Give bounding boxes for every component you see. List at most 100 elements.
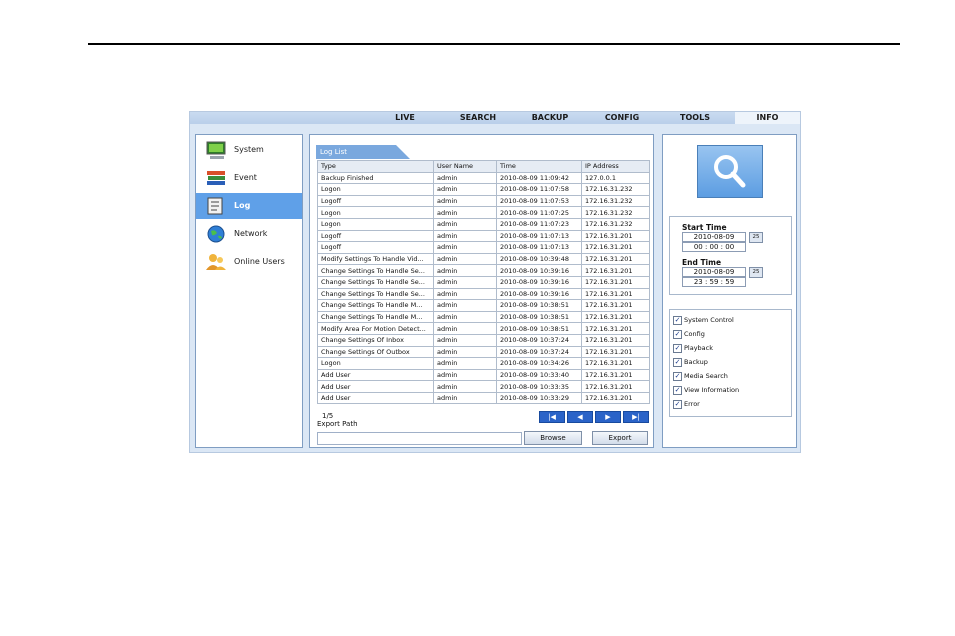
table-row[interactable]: Add User admin 2010-08-09 10:33:40 172.16.3…: [317, 368, 650, 382]
start-date-input[interactable]: 2010-08-09: [682, 232, 746, 242]
table-cell: Change Settings Of Inbox: [317, 333, 434, 347]
column-header[interactable]: Time: [496, 160, 582, 173]
table-row[interactable]: Logon admin 2010-08-09 11:07:25 172.16.31.2…: [317, 206, 650, 219]
table-cell: 2010-08-09 10:39:16: [496, 287, 582, 301]
table-cell: 172.16.31.201: [581, 333, 650, 347]
table-row[interactable]: Logon admin 2010-08-09 10:34:26 172.16.31.2…: [317, 357, 650, 370]
start-time-label: Start Time: [682, 223, 727, 232]
start-calendar-button[interactable]: 25: [749, 232, 763, 243]
table-cell: Change Settings To Handle M...: [317, 299, 434, 312]
export-button[interactable]: Export: [592, 431, 648, 445]
filter-checkbox[interactable]: ✓: [673, 372, 682, 381]
table-cell: 2010-08-09 10:39:16: [496, 264, 582, 277]
table-row[interactable]: Change Settings To Handle Se... admin 2010…: [317, 275, 650, 289]
table-cell: admin: [433, 241, 497, 254]
table-row[interactable]: Change Settings To Handle Se... admin 2010…: [317, 264, 650, 277]
filter-checkbox[interactable]: ✓: [673, 400, 682, 409]
log-table-body: Backup Finished admin 2010-08-09 11:09:42 1…: [317, 171, 650, 405]
table-row[interactable]: Change Settings To Handle M... admin 2010-…: [317, 310, 650, 324]
table-cell: 172.16.31.201: [581, 287, 650, 301]
table-cell: 2010-08-09 10:38:51: [496, 310, 582, 324]
last-page-button[interactable]: ▶|: [623, 411, 649, 423]
sidebar-item-log[interactable]: Log: [196, 193, 302, 219]
table-cell: 172.16.31.232: [581, 194, 650, 208]
nav-info[interactable]: INFO: [735, 112, 800, 124]
table-cell: admin: [433, 299, 497, 312]
sidebar-item-label: Log: [234, 201, 251, 210]
nav-search[interactable]: SEARCH: [448, 112, 508, 124]
table-cell: admin: [433, 206, 497, 219]
table-cell: admin: [433, 368, 497, 382]
sidebar-item-system[interactable]: System: [196, 137, 302, 163]
table-row[interactable]: Change Settings Of Inbox admin 2010-08-09 …: [317, 333, 650, 347]
table-cell: Modify Settings To Handle Vid...: [317, 252, 434, 266]
search-panel: Start Time 2010-08-09 25 00 : 00 : 00 En…: [662, 134, 797, 448]
table-cell: 2010-08-09 11:07:25: [496, 206, 582, 219]
start-time-input[interactable]: 00 : 00 : 00: [682, 242, 746, 252]
table-row[interactable]: Backup Finished admin 2010-08-09 11:09:42 1…: [317, 171, 650, 185]
column-header[interactable]: IP Address: [581, 160, 650, 173]
filter-label: System Control: [684, 316, 734, 324]
column-header[interactable]: Type: [317, 160, 434, 173]
first-page-button[interactable]: |◀: [539, 411, 565, 423]
table-cell: 2010-08-09 11:07:13: [496, 241, 582, 254]
table-row[interactable]: Logon admin 2010-08-09 11:07:23 172.16.31.2…: [317, 217, 650, 231]
nav-backup[interactable]: BACKUP: [520, 112, 580, 124]
browse-button[interactable]: Browse: [524, 431, 582, 445]
sidebar-item-online-users[interactable]: Online Users: [196, 249, 302, 275]
filter-checkbox[interactable]: ✓: [673, 316, 682, 325]
filter-checkbox[interactable]: ✓: [673, 358, 682, 367]
export-path-input[interactable]: [317, 432, 522, 445]
table-cell: 2010-08-09 10:37:24: [496, 345, 582, 359]
table-row[interactable]: Change Settings To Handle M... admin 2010-…: [317, 299, 650, 312]
column-header[interactable]: User Name: [433, 160, 497, 173]
nav-live[interactable]: LIVE: [380, 112, 430, 124]
table-row[interactable]: Change Settings To Handle Se... admin 2010…: [317, 287, 650, 301]
table-cell: Logon: [317, 206, 434, 219]
table-row[interactable]: Logoff admin 2010-08-09 11:07:53 172.16.31.…: [317, 194, 650, 208]
table-cell: 172.16.31.201: [581, 391, 650, 405]
filter-checkbox[interactable]: ✓: [673, 386, 682, 395]
table-cell: admin: [433, 287, 497, 301]
table-cell: 172.16.31.201: [581, 275, 650, 289]
table-cell: Change Settings To Handle Se...: [317, 275, 434, 289]
table-cell: 2010-08-09 11:09:42: [496, 171, 582, 185]
table-row[interactable]: Change Settings Of Outbox admin 2010-08-09…: [317, 345, 650, 359]
nav-tools[interactable]: TOOLS: [665, 112, 725, 124]
table-row[interactable]: Modify Area For Motion Detect... admin 201…: [317, 322, 650, 335]
table-cell: admin: [433, 252, 497, 266]
table-header-row: Type User Name Time IP Address: [317, 160, 650, 173]
table-row[interactable]: Logoff admin 2010-08-09 11:07:13 172.16.31.…: [317, 229, 650, 243]
table-row[interactable]: Logoff admin 2010-08-09 11:07:13 172.16.31.…: [317, 241, 650, 254]
table-cell: 2010-08-09 10:39:48: [496, 252, 582, 266]
table-row[interactable]: Logon admin 2010-08-09 11:07:58 172.16.31.2…: [317, 183, 650, 196]
filter-label: Config: [684, 330, 705, 338]
document-rule: [88, 43, 900, 45]
filter-label: Playback: [684, 344, 714, 352]
dvr-client-window: LIVE SEARCH BACKUP CONFIG TOOLS INFO Sys…: [189, 111, 801, 453]
table-cell: 172.16.31.201: [581, 368, 650, 382]
nav-config[interactable]: CONFIG: [592, 112, 652, 124]
filter-checkbox[interactable]: ✓: [673, 330, 682, 339]
tab-log-list[interactable]: Log List: [316, 145, 410, 159]
prev-page-button[interactable]: ◀: [567, 411, 593, 423]
sidebar-item-network[interactable]: Network: [196, 221, 302, 247]
table-cell: 2010-08-09 10:38:51: [496, 322, 582, 335]
end-date-input[interactable]: 2010-08-09: [682, 267, 746, 277]
next-page-button[interactable]: ▶: [595, 411, 621, 423]
page-indicator: 1/5: [322, 412, 334, 420]
search-button[interactable]: [697, 145, 763, 198]
log-table: Type User Name Time IP Address Backup Fi…: [317, 160, 650, 405]
end-time-input[interactable]: 23 : 59 : 59: [682, 277, 746, 287]
log-icon: [207, 197, 223, 215]
filter-checkbox[interactable]: ✓: [673, 344, 682, 353]
table-cell: admin: [433, 264, 497, 277]
table-row[interactable]: Modify Settings To Handle Vid... admin 201…: [317, 252, 650, 266]
filter-label: Backup: [684, 358, 708, 366]
end-calendar-button[interactable]: 25: [749, 267, 763, 278]
table-row[interactable]: Add User admin 2010-08-09 10:33:29 172.16.3…: [317, 391, 650, 405]
table-cell: Change Settings To Handle Se...: [317, 264, 434, 277]
filter-label: Media Search: [684, 372, 728, 380]
sidebar-item-event[interactable]: Event: [196, 165, 302, 191]
table-row[interactable]: Add User admin 2010-08-09 10:33:35 172.16.3…: [317, 380, 650, 393]
